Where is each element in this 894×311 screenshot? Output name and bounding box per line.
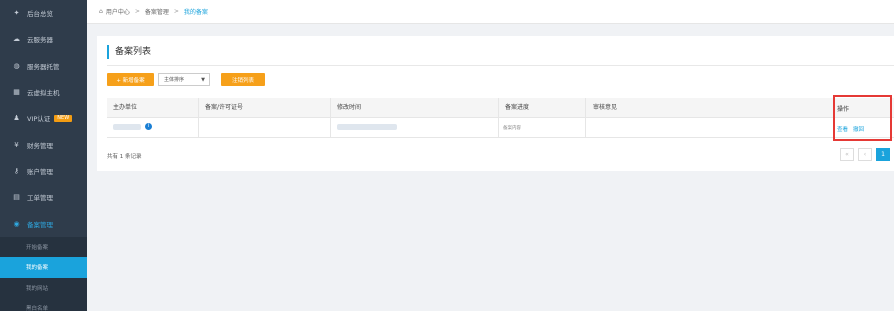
sidebar-item-label: VIP认证 <box>27 115 51 124</box>
sidebar-subitem-start-record[interactable]: 开始备案 <box>0 236 87 258</box>
sort-select-value: 主体排序 <box>164 77 185 83</box>
total-records: 共有 1 条记录 <box>107 154 142 160</box>
breadcrumb-separator: > <box>134 8 140 15</box>
sidebar: ✦ 后台总览 ☁ 云服务器 ◍ 服务器托管 ▦ 云虚拟主机 ♟ VIP认证 NE… <box>0 0 87 311</box>
actions-highlight-box <box>833 95 892 141</box>
sidebar-item-hosting[interactable]: ◍ 服务器托管 <box>0 53 87 79</box>
sidebar-item-cloud-server[interactable]: ☁ 云服务器 <box>0 26 87 52</box>
table-header: 主办单位 备案/许可证号 修改时间 备案进度 审核意见 <box>107 98 894 118</box>
rocket-icon: ✦ <box>13 9 20 18</box>
sidebar-subitem-my-record[interactable]: 我的备案 <box>0 257 87 278</box>
record-list-panel: 备案列表 + 新增备案 主体排序 ▼ 注销列表 主办单位 备案/许可证号 修改时… <box>97 36 894 171</box>
sidebar-item-label: 备案管理 <box>27 220 53 229</box>
server-icon: ◍ <box>13 61 20 70</box>
breadcrumb-separator: > <box>173 8 179 15</box>
cloud-icon: ☁ <box>13 35 20 44</box>
sidebar-item-label: 后台总览 <box>27 10 53 19</box>
sidebar-item-label: 账户管理 <box>27 167 53 176</box>
sidebar-item-account[interactable]: ⚷ 账户管理 <box>0 158 87 184</box>
column-header-progress: 备案进度 <box>505 104 530 111</box>
host-icon: ▦ <box>13 88 20 97</box>
sidebar-item-tickets[interactable]: ▤ 工单管理 <box>0 184 87 210</box>
sidebar-item-virtual-host[interactable]: ▦ 云虚拟主机 <box>0 79 87 105</box>
column-header-modified: 修改时间 <box>337 104 362 111</box>
breadcrumb-record-manage[interactable]: 备案管理 <box>145 7 169 16</box>
sidebar-item-label: 工单管理 <box>27 194 53 203</box>
sidebar-subitem-my-sites[interactable]: 我的网站 <box>0 277 87 299</box>
modified-time-blurred <box>337 124 397 130</box>
info-icon[interactable]: i <box>145 123 152 130</box>
user-icon: ♟ <box>13 114 20 123</box>
sidebar-item-overview[interactable]: ✦ 后台总览 <box>0 0 87 26</box>
pagination-first-button[interactable]: « <box>840 148 854 161</box>
sidebar-item-label: 云虚拟主机 <box>27 89 60 98</box>
cancel-list-button[interactable]: 注销列表 <box>221 73 265 86</box>
breadcrumb-home[interactable]: 用户中心 <box>106 7 130 16</box>
record-icon: ◉ <box>13 219 20 228</box>
column-header-license: 备案/许可证号 <box>205 104 244 111</box>
sidebar-item-label: 云服务器 <box>27 36 53 45</box>
sidebar-item-label: 服务器托管 <box>27 62 60 71</box>
new-badge: NEW <box>54 114 73 122</box>
sidebar-item-finance[interactable]: ¥ 财务管理 <box>0 131 87 157</box>
page-title: 备案列表 <box>107 45 151 59</box>
column-header-actions: 操作 <box>837 106 850 113</box>
column-header-organizer: 主办单位 <box>113 104 138 111</box>
sidebar-subitem-blackwhite-list[interactable]: 黑白名单 <box>0 298 87 311</box>
pagination-page-1[interactable]: 1 <box>876 148 890 161</box>
view-link[interactable]: 查看 <box>837 125 848 133</box>
chevron-down-icon: ▼ <box>201 77 205 83</box>
breadcrumb-current: 我的备案 <box>183 9 208 16</box>
sidebar-item-label: 财务管理 <box>27 141 53 150</box>
organizer-blurred <box>113 124 141 130</box>
sidebar-item-vip[interactable]: ♟ VIP认证 NEW <box>0 105 87 131</box>
main-content: ⌂ 用户中心 > 备案管理 > 我的备案 备案列表 + 新增备案 主体排序 ▼ … <box>87 0 894 311</box>
withdraw-link[interactable]: 撤回 <box>853 125 864 133</box>
pagination-prev-button[interactable]: ‹ <box>858 148 872 161</box>
column-header-review: 审核意见 <box>593 104 618 111</box>
yen-icon: ¥ <box>14 140 19 149</box>
home-icon: ⌂ <box>99 8 103 15</box>
key-icon: ⚷ <box>13 166 20 175</box>
new-record-button[interactable]: + 新增备案 <box>107 73 154 86</box>
record-progress-value: 备案内容 <box>503 126 521 131</box>
breadcrumb: ⌂ 用户中心 > 备案管理 > 我的备案 <box>87 0 894 24</box>
sidebar-item-record[interactable]: ◉ 备案管理 <box>0 210 87 236</box>
ticket-icon: ▤ <box>13 193 20 202</box>
divider <box>107 65 894 66</box>
table-row <box>107 118 894 138</box>
sort-select[interactable]: 主体排序 ▼ <box>158 73 210 86</box>
